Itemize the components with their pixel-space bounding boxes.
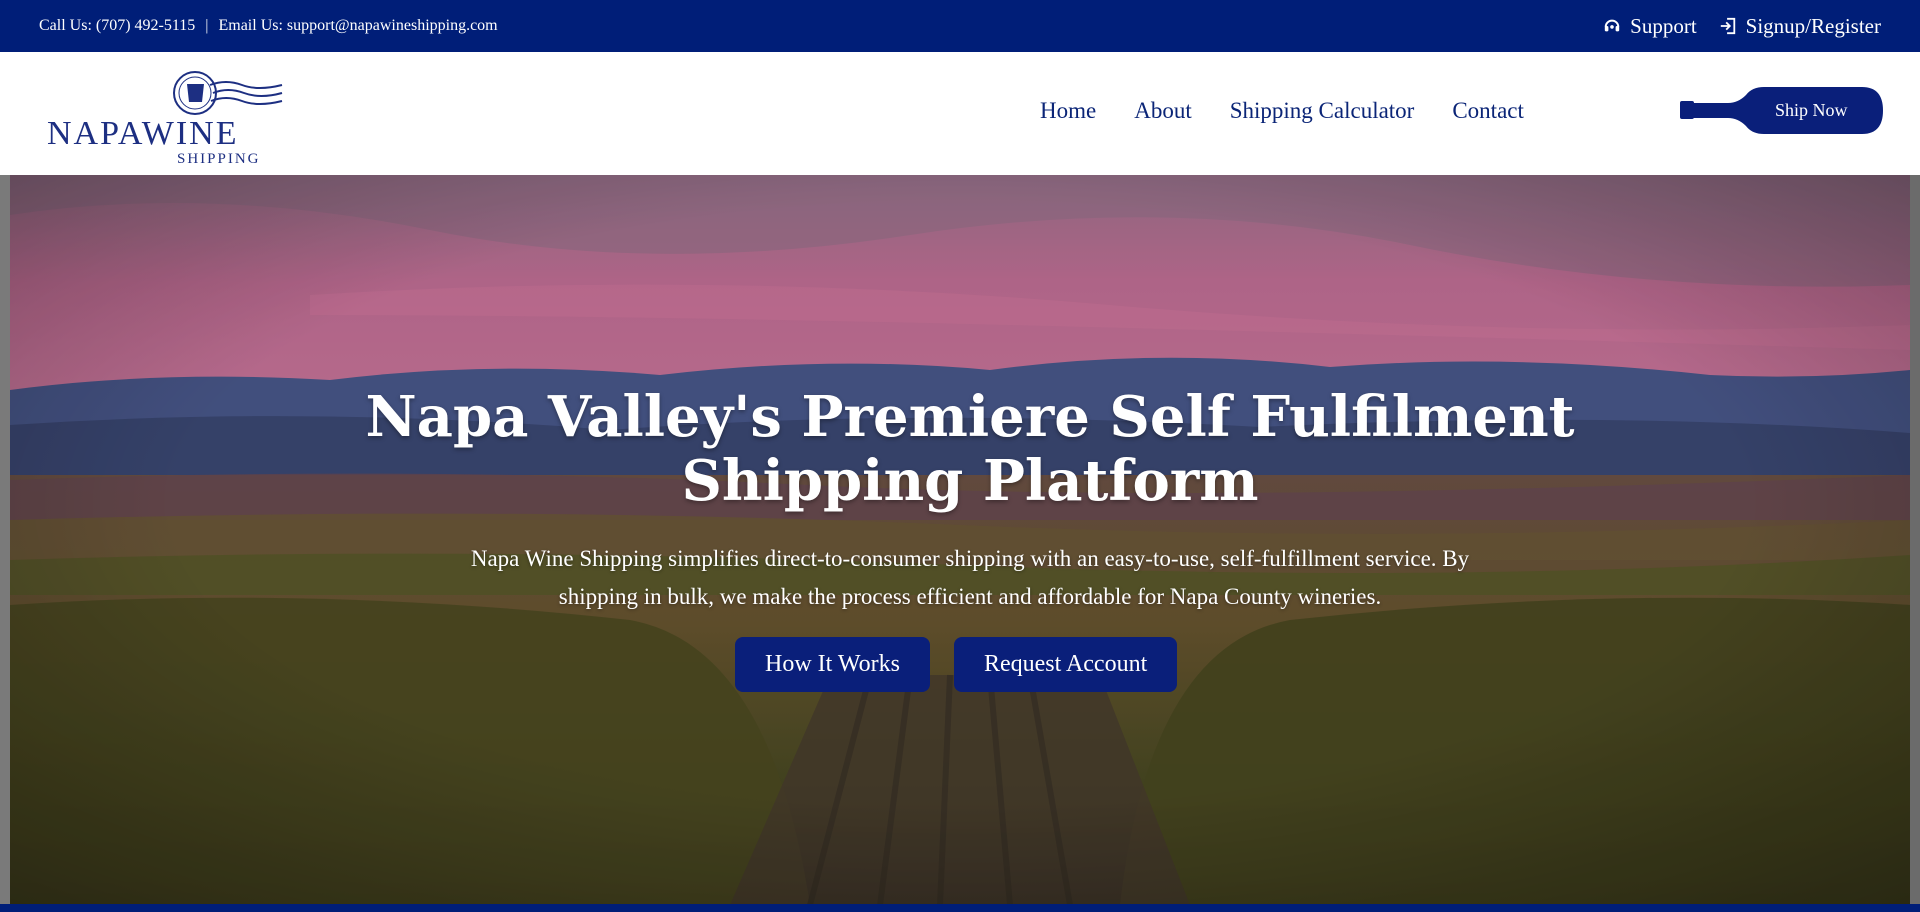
main-nav: Home About Shipping Calculator Contact (1040, 98, 1524, 124)
support-link[interactable]: Support (1603, 14, 1697, 39)
hero-content: Napa Valley's Premiere Self Fulfilment S… (10, 175, 1910, 905)
nav-about[interactable]: About (1134, 98, 1192, 124)
hero-buttons: How It Works Request Account (735, 637, 1178, 692)
hero-subtitle: Napa Wine Shipping simplifies direct-to-… (470, 546, 1470, 609)
phone-text[interactable]: Call Us: (707) 492-5115 (39, 17, 195, 35)
nav-shipping-calculator[interactable]: Shipping Calculator (1230, 98, 1415, 124)
how-it-works-button[interactable]: How It Works (735, 637, 930, 692)
napawine-logo[interactable]: NAPAWINE SHIPPING (46, 60, 286, 167)
logo-main-text: NAPAWINE (47, 115, 238, 152)
main-header: NAPAWINE SHIPPING Home About Shipping Ca… (0, 52, 1920, 175)
ship-now-button[interactable]: Ship Now (1680, 87, 1883, 134)
hero-section: Napa Valley's Premiere Self Fulfilment S… (10, 175, 1910, 905)
email-text[interactable]: Email Us: support@napawineshipping.com (218, 17, 497, 35)
hero-title: Napa Valley's Premiere Self Fulfilment S… (365, 384, 1575, 514)
hero-left-edge (0, 175, 10, 912)
request-account-button[interactable]: Request Account (953, 637, 1178, 692)
account-links: Support Signup/Register (1603, 14, 1881, 39)
support-label: Support (1630, 13, 1697, 38)
signup-label: Signup/Register (1745, 13, 1881, 38)
logo-graphic: NAPAWINE SHIPPING (47, 71, 283, 167)
headset-icon (1604, 19, 1620, 32)
contact-info: Call Us: (707) 492-5115 | Email Us: supp… (39, 17, 498, 35)
signup-register-link[interactable]: Signup/Register (1719, 14, 1881, 39)
hero-right-edge (1910, 175, 1920, 912)
contact-separator: | (205, 17, 209, 34)
nav-home[interactable]: Home (1040, 98, 1096, 124)
ship-now-label: Ship Now (1775, 100, 1848, 120)
logo-sub-text: SHIPPING (177, 151, 261, 164)
login-icon (1720, 17, 1735, 35)
hero-bottom-bar (0, 904, 1920, 912)
top-info-bar: Call Us: (707) 492-5115 | Email Us: supp… (0, 0, 1920, 52)
nav-contact[interactable]: Contact (1452, 98, 1524, 124)
